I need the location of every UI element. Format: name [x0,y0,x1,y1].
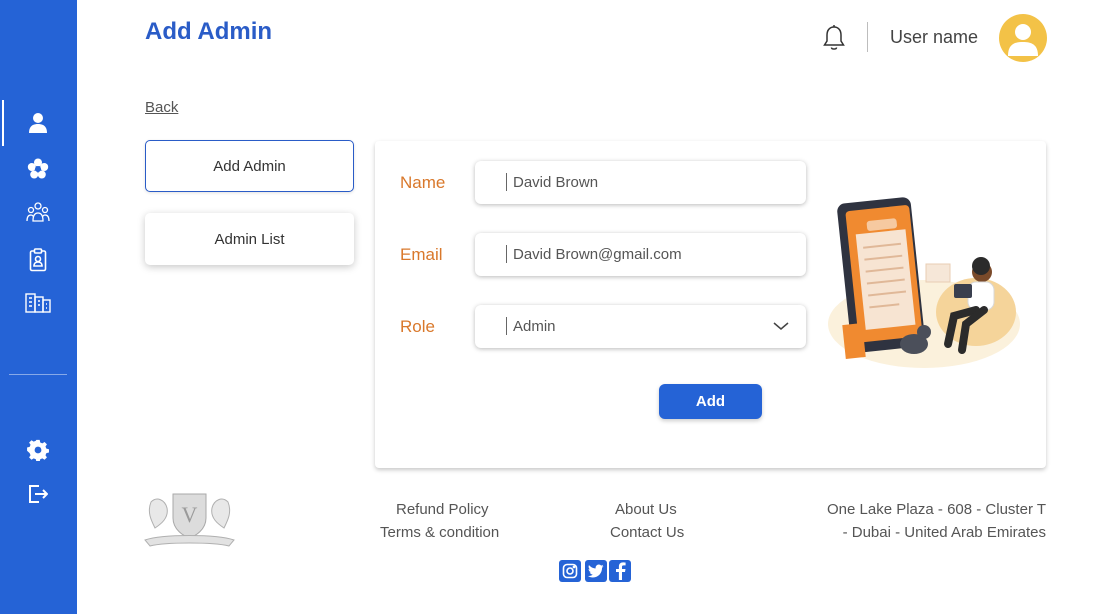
text-caret [506,173,507,191]
logout-icon[interactable] [24,480,52,508]
email-value: David Brown@gmail.com [513,246,682,263]
sidebar [0,0,77,614]
admin-list-tab[interactable]: Admin List [145,213,354,265]
name-value: David Brown [513,174,599,191]
back-link[interactable]: Back [145,99,178,116]
clipboard-badge-icon[interactable] [24,246,52,274]
twitter-icon[interactable] [585,560,607,582]
page-title: Add Admin [145,18,273,45]
add-admin-tab[interactable]: Add Admin [145,140,354,192]
active-indicator [2,100,4,146]
flower-settings-icon[interactable] [24,155,52,183]
name-label: Name [400,173,446,192]
group-icon[interactable] [24,198,52,226]
add-button[interactable]: Add [659,384,762,419]
role-select[interactable]: Admin [475,305,806,348]
email-field[interactable]: David Brown@gmail.com [475,233,806,276]
contact-us-link[interactable]: Contact Us [610,524,684,541]
company-logo: V [143,490,236,550]
role-value: Admin [513,318,556,335]
user-icon[interactable] [24,109,52,137]
address-line-1: One Lake Plaza - 608 - Cluster T [827,501,1046,518]
bell-icon[interactable] [822,24,846,52]
address-line-2: - Dubai - United Arab Emirates [842,524,1046,541]
header-separator [867,22,868,52]
role-label: Role [400,317,435,336]
settings-icon[interactable] [24,436,52,464]
instagram-icon[interactable] [559,560,581,582]
facebook-icon[interactable] [609,560,631,582]
chevron-down-icon[interactable] [772,319,790,333]
refund-policy-link[interactable]: Refund Policy [396,501,489,518]
admin-illustration [826,194,1022,369]
text-caret [506,245,507,263]
text-caret [506,317,507,335]
avatar-icon[interactable] [999,14,1047,62]
sidebar-divider [9,374,67,375]
svg-text:V: V [182,502,198,527]
name-field[interactable]: David Brown [475,161,806,204]
buildings-icon[interactable] [24,289,52,317]
terms-link[interactable]: Terms & condition [380,524,499,541]
email-label: Email [400,245,443,264]
user-name[interactable]: User name [890,27,978,48]
about-us-link[interactable]: About Us [615,501,677,518]
